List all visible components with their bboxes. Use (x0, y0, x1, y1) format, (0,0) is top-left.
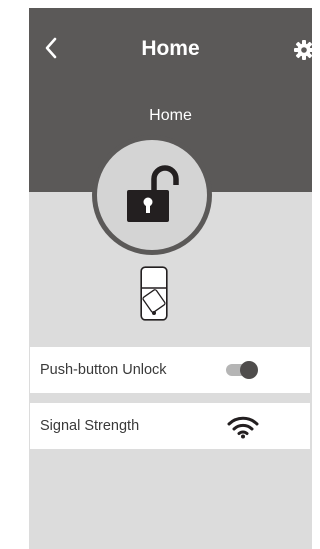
app-screen: Home Home (29, 8, 312, 549)
settings-button[interactable] (293, 39, 312, 61)
push-button-unlock-label: Push-button Unlock (40, 362, 167, 378)
push-button-unlock-toggle[interactable] (226, 361, 260, 379)
gear-icon (294, 40, 312, 60)
lock-unlock-button[interactable] (92, 135, 212, 255)
lock-device-icon (140, 266, 168, 321)
toggle-knob (240, 361, 258, 379)
page-title: Home (141, 37, 200, 60)
signal-strength-row: Signal Strength (30, 403, 310, 449)
wifi-signal-icon (227, 416, 259, 439)
signal-strength-label: Signal Strength (40, 418, 140, 434)
unlocked-padlock-icon (127, 165, 179, 222)
push-button-unlock-row: Push-button Unlock (30, 347, 310, 393)
lock-name: Home (149, 107, 192, 124)
lock-button-face (97, 140, 207, 250)
